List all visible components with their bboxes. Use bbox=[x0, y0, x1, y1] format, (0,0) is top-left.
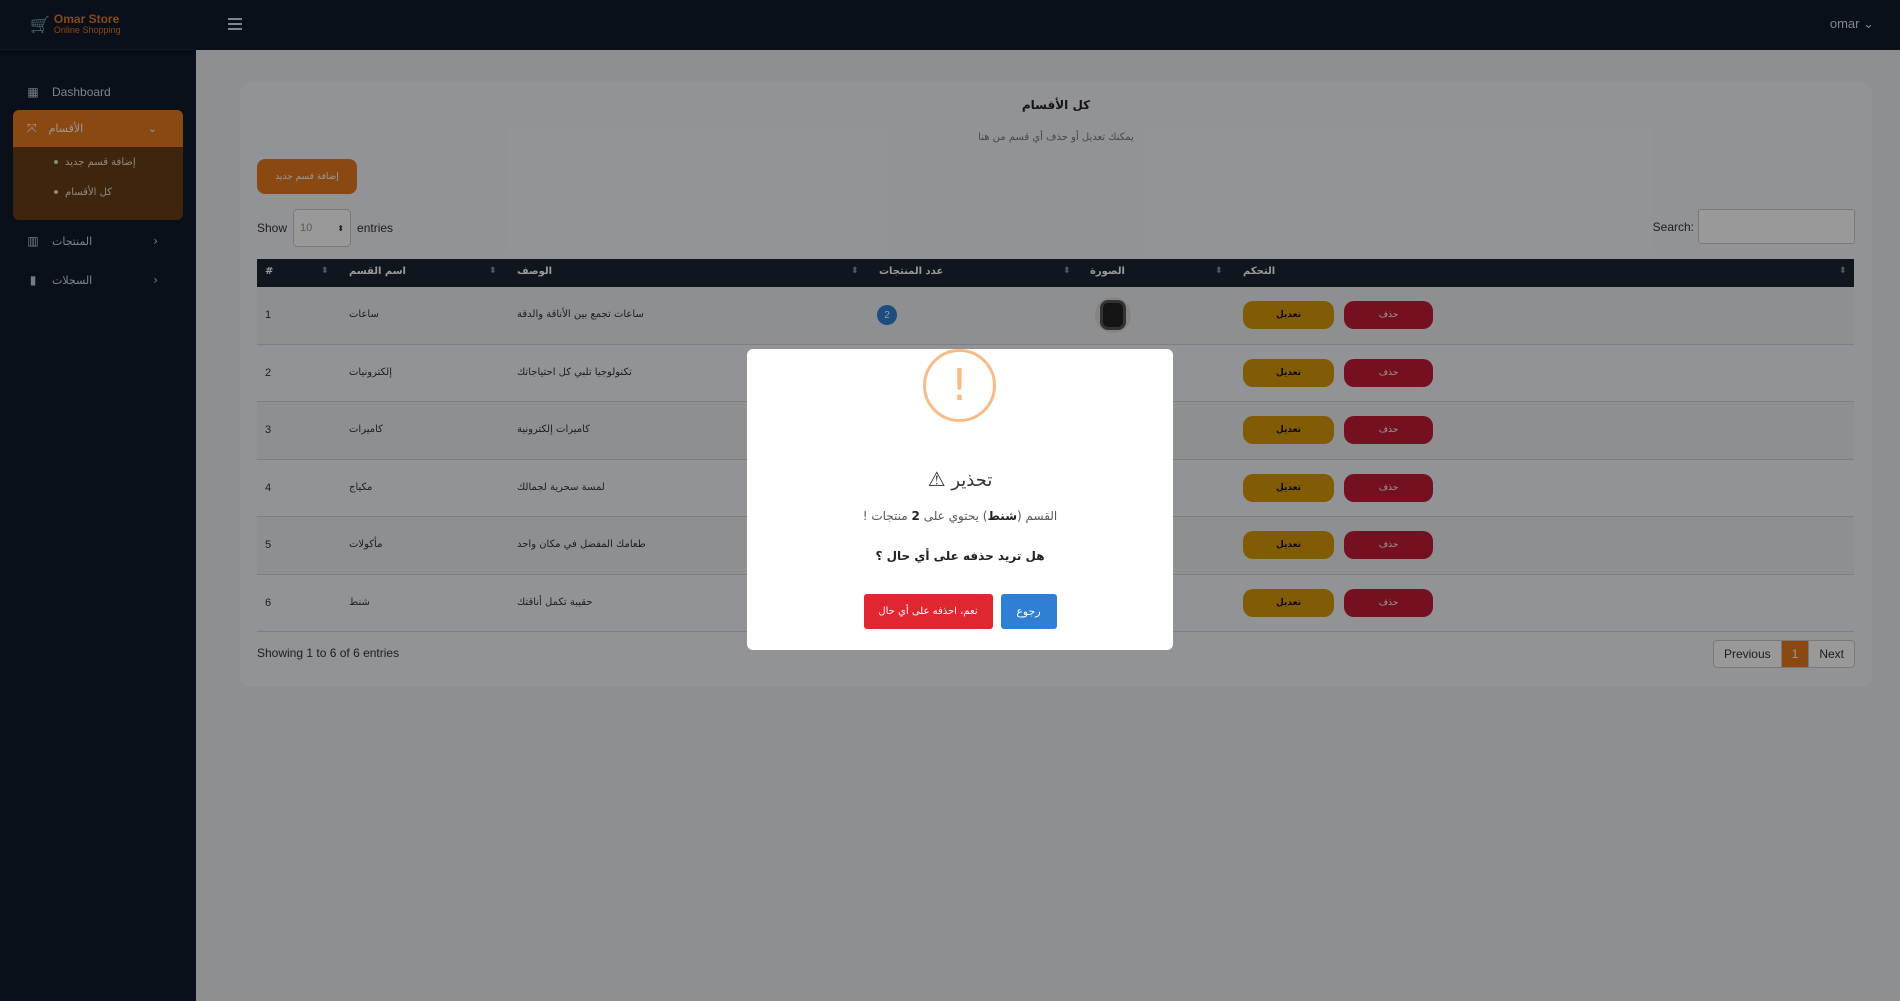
dialog-question: هل تريد حذفه على أي حال ؟ bbox=[875, 549, 1045, 563]
dialog-message: القسم (شنط) يحتوي على 2 منتجات ! bbox=[747, 509, 1173, 523]
warning-icon: ! bbox=[923, 349, 996, 422]
dialog-title-text: تحذير bbox=[951, 470, 993, 491]
msg-suffix: منتجات ! bbox=[862, 509, 912, 523]
msg-count: 2 bbox=[911, 509, 920, 523]
warning-dialog: ! ⚠ تحذير القسم (شنط) يحتوي على 2 منتجات… bbox=[747, 349, 1173, 650]
confirm-delete-button[interactable]: نعم، احذفه على أي حال bbox=[863, 594, 993, 629]
dialog-actions: نعم، احذفه على أي حال رجوع bbox=[747, 594, 1173, 629]
warning-triangle-icon: ⚠ bbox=[927, 467, 946, 491]
msg-prefix: القسم ( bbox=[1017, 509, 1058, 523]
msg-category: شنط bbox=[987, 509, 1018, 523]
back-button[interactable]: رجوع bbox=[1000, 594, 1057, 629]
dialog-title: ⚠ تحذير bbox=[747, 467, 1173, 491]
msg-middle: ) يحتوي على bbox=[919, 509, 988, 523]
